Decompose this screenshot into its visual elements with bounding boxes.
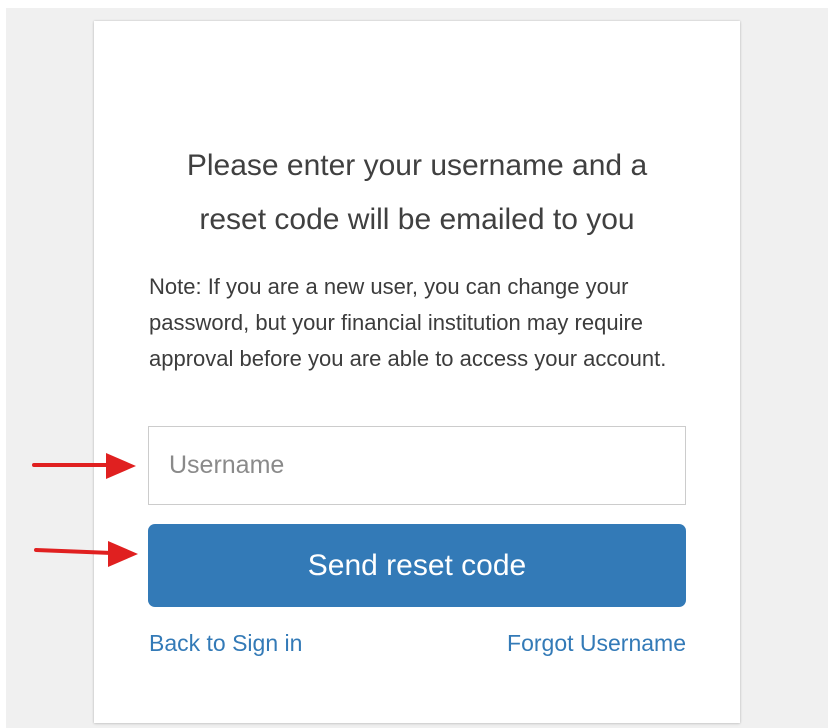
username-input[interactable] xyxy=(148,426,686,505)
page: Please enter your username and a reset c… xyxy=(0,0,828,728)
heading-line-2: reset code will be emailed to you xyxy=(199,203,635,236)
send-reset-code-button[interactable]: Send reset code xyxy=(148,524,686,607)
forgot-username-link[interactable]: Forgot Username xyxy=(507,628,686,658)
reset-password-card: Please enter your username and a reset c… xyxy=(94,21,740,723)
annotation-arrow-username-icon xyxy=(32,453,136,479)
annotation-arrow-send-button-icon xyxy=(34,541,138,567)
page-heading: Please enter your username and a reset c… xyxy=(94,139,740,247)
back-to-sign-in-link[interactable]: Back to Sign in xyxy=(149,628,302,658)
new-user-note: Note: If you are a new user, you can cha… xyxy=(149,274,667,371)
heading-line-1: Please enter your username and a xyxy=(186,149,648,182)
